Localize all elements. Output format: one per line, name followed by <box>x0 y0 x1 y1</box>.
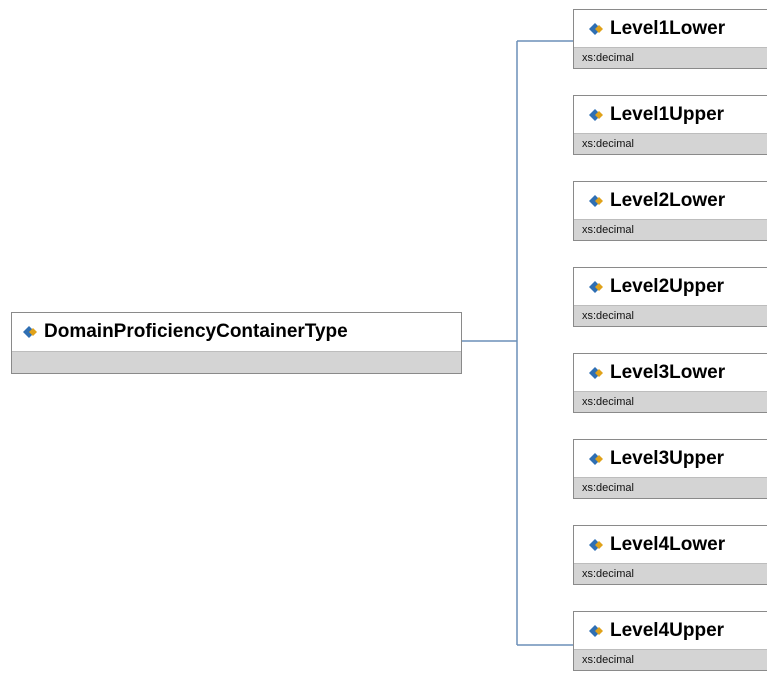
element-node-header: Level2Upper <box>574 268 767 305</box>
complex-type-icon <box>22 325 40 339</box>
element-node-level2lower[interactable]: Level2Lower xs:decimal <box>573 181 767 241</box>
element-node-header: Level4Upper <box>574 612 767 649</box>
element-icon <box>588 280 606 294</box>
root-node[interactable]: DomainProficiencyContainerType <box>11 312 462 374</box>
element-icon <box>588 366 606 380</box>
element-node-title: Level2Lower <box>610 189 726 211</box>
element-node-title: Level1Lower <box>610 17 726 39</box>
element-node-level4upper[interactable]: Level4Upper xs:decimal <box>573 611 767 671</box>
element-node-title: Level1Upper <box>610 103 725 125</box>
element-node-level1lower[interactable]: Level1Lower xs:decimal <box>573 9 767 69</box>
element-icon <box>588 194 606 208</box>
element-node-type: xs:decimal <box>574 477 767 498</box>
element-node-title: Level4Upper <box>610 619 725 641</box>
element-node-header: Level2Lower <box>574 182 767 219</box>
element-node-type: xs:decimal <box>574 47 767 68</box>
element-node-type: xs:decimal <box>574 305 767 326</box>
element-node-title: Level3Upper <box>610 447 725 469</box>
element-icon <box>588 108 606 122</box>
element-icon <box>588 624 606 638</box>
element-icon <box>588 538 606 552</box>
element-node-type: xs:decimal <box>574 219 767 240</box>
element-node-level3upper[interactable]: Level3Upper xs:decimal <box>573 439 767 499</box>
element-node-type: xs:decimal <box>574 649 767 670</box>
element-node-type: xs:decimal <box>574 563 767 584</box>
element-node-level1upper[interactable]: Level1Upper xs:decimal <box>573 95 767 155</box>
element-node-header: Level4Lower <box>574 526 767 563</box>
root-node-header: DomainProficiencyContainerType <box>12 313 461 351</box>
element-node-type: xs:decimal <box>574 133 767 154</box>
root-node-title: DomainProficiencyContainerType <box>44 321 348 342</box>
element-icon <box>588 22 606 36</box>
element-node-header: Level1Upper <box>574 96 767 133</box>
element-node-level4lower[interactable]: Level4Lower xs:decimal <box>573 525 767 585</box>
element-node-title: Level3Lower <box>610 361 726 383</box>
element-node-type: xs:decimal <box>574 391 767 412</box>
element-icon <box>588 452 606 466</box>
element-node-header: Level3Upper <box>574 440 767 477</box>
element-node-header: Level3Lower <box>574 354 767 391</box>
element-node-level3lower[interactable]: Level3Lower xs:decimal <box>573 353 767 413</box>
element-node-header: Level1Lower <box>574 10 767 47</box>
element-node-title: Level2Upper <box>610 275 725 297</box>
element-node-level2upper[interactable]: Level2Upper xs:decimal <box>573 267 767 327</box>
element-node-title: Level4Lower <box>610 533 726 555</box>
root-node-footer <box>12 351 461 373</box>
